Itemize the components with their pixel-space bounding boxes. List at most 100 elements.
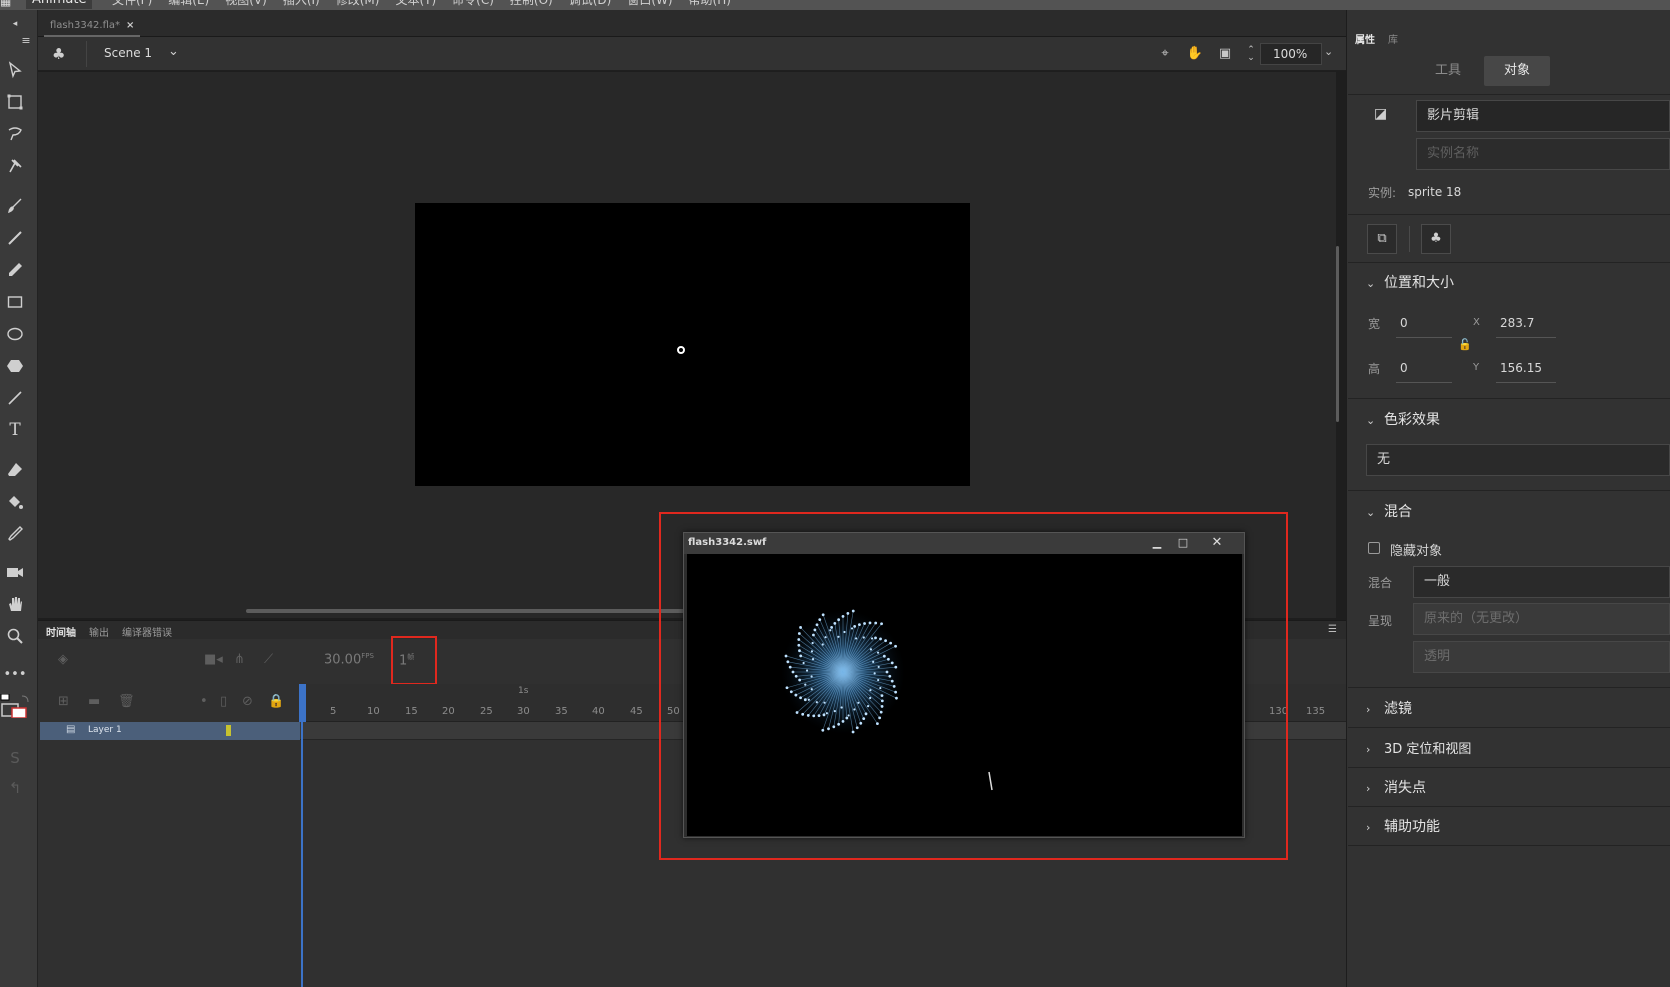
filters-section[interactable]: › 滤镜	[1366, 698, 1412, 718]
layer-row[interactable]: ▤ Layer 1	[40, 722, 300, 740]
layer-color-swatch[interactable]	[226, 725, 231, 736]
selection-tool-icon[interactable]	[3, 58, 27, 82]
menu-window[interactable]: 窗口(W)	[619, 0, 680, 9]
classic-brush-tool-icon[interactable]	[3, 226, 27, 250]
document-tab[interactable]: flash3342.fla* ×	[44, 14, 141, 37]
menu-edit[interactable]: 编辑(E)	[160, 0, 217, 9]
zoom-chevron-icon[interactable]: ⌄	[1324, 45, 1333, 58]
camera-icon[interactable]: ■◂	[204, 652, 223, 667]
text-tool-icon[interactable]: T	[3, 418, 27, 442]
pencil-tool-icon[interactable]	[3, 258, 27, 282]
more-tools-icon[interactable]: •••	[3, 662, 27, 686]
outline-icon[interactable]: ▯	[220, 694, 227, 709]
menu-help[interactable]: 帮助(H)	[681, 0, 739, 9]
edit-symbol-icon[interactable]: ♣	[1421, 224, 1451, 254]
blending-section[interactable]: ⌄ 混合	[1366, 501, 1412, 521]
playhead[interactable]	[301, 684, 303, 987]
vanishing-point-section[interactable]: › 消失点	[1366, 777, 1426, 797]
transparent-dropdown[interactable]: 透明	[1413, 641, 1670, 673]
tab-compiler-errors[interactable]: 编译器错误	[122, 624, 172, 639]
registration-point-icon[interactable]	[677, 346, 685, 354]
polystar-tool-icon[interactable]	[3, 354, 27, 378]
horizontal-scrollbar[interactable]	[246, 609, 686, 613]
timeline-menu-icon[interactable]: ☰	[1328, 624, 1340, 635]
layer-name[interactable]: Layer 1	[88, 725, 122, 735]
instance-type-dropdown[interactable]: 影片剪辑	[1416, 100, 1670, 132]
height-value[interactable]: 0	[1400, 361, 1408, 375]
chevron-down-icon[interactable]: ⌄	[168, 44, 179, 59]
center-stage-icon[interactable]: ⌖	[1156, 46, 1174, 64]
object-mode-button[interactable]: 对象	[1484, 56, 1550, 86]
instance-name-input[interactable]: 实例名称	[1416, 138, 1670, 170]
layer-depth-icon[interactable]: ◈	[58, 652, 68, 667]
menu-insert[interactable]: 插入(I)	[275, 0, 328, 9]
accessibility-title: 辅助功能	[1384, 819, 1440, 835]
color-effect-dropdown[interactable]: 无	[1366, 444, 1670, 476]
eraser-tool-icon[interactable]	[3, 458, 27, 482]
zoom-level[interactable]: 100%	[1260, 43, 1322, 65]
vertical-scrollbar[interactable]	[1336, 246, 1339, 422]
oval-tool-icon[interactable]	[3, 322, 27, 346]
rectangle-tool-icon[interactable]	[3, 290, 27, 314]
render-dropdown[interactable]: 原来的（无更改）	[1413, 603, 1670, 635]
tools-mode-button[interactable]: 工具	[1418, 56, 1478, 86]
smooth-icon[interactable]: ↰	[3, 776, 27, 800]
hide-object-checkbox[interactable]	[1368, 542, 1380, 554]
hand-tool-icon[interactable]	[3, 592, 27, 616]
clip-content-icon[interactable]: ▣	[1216, 46, 1234, 64]
highlight-layer-icon[interactable]: •	[200, 694, 208, 709]
blend-dropdown[interactable]: 一般	[1413, 566, 1670, 598]
visibility-icon[interactable]: ⊘	[242, 694, 253, 709]
close-tab-icon[interactable]: ×	[126, 20, 134, 31]
menu-text[interactable]: 文本(T)	[387, 0, 444, 9]
scene-icon[interactable]: ♣	[52, 45, 72, 63]
lasso-tool-icon[interactable]	[3, 122, 27, 146]
accessibility-section[interactable]: › 辅助功能	[1366, 816, 1440, 836]
new-layer-icon[interactable]: ⊞	[58, 694, 69, 709]
zoom-stepper-icon[interactable]: ⌃ ⌄	[1242, 46, 1260, 64]
tab-output[interactable]: 输出	[89, 624, 109, 639]
eyedropper-tool-icon[interactable]	[3, 522, 27, 546]
line-tool-icon[interactable]	[3, 386, 27, 410]
parenting-icon[interactable]: ⋔	[234, 652, 245, 667]
menu-commands[interactable]: 命令(C)	[444, 0, 502, 9]
swap-symbol-icon[interactable]: ⧉	[1367, 224, 1397, 254]
menu-debug[interactable]: 调试(D)	[561, 0, 620, 9]
paint-brush-tool-icon[interactable]	[3, 194, 27, 218]
panel-menu-icon[interactable]: ≡	[14, 28, 38, 52]
y-value[interactable]: 156.15	[1500, 361, 1542, 375]
free-transform-tool-icon[interactable]	[3, 90, 27, 114]
tab-library[interactable]: 库	[1388, 31, 1398, 46]
app-name[interactable]: Animate	[26, 0, 93, 9]
tab-properties[interactable]: 属性	[1355, 31, 1375, 46]
menu-view[interactable]: 视图(V)	[217, 0, 275, 9]
width-value[interactable]: 0	[1400, 316, 1408, 330]
graph-icon[interactable]: ⟋	[264, 652, 273, 667]
x-value[interactable]: 283.7	[1500, 316, 1534, 330]
zoom-tool-icon[interactable]	[3, 624, 27, 648]
paint-bucket-tool-icon[interactable]	[3, 490, 27, 514]
menu-modify[interactable]: 修改(M)	[328, 0, 388, 9]
lock-proportions-icon[interactable]: 🔓	[1458, 338, 1472, 351]
color-effect-section[interactable]: ⌄ 色彩效果	[1366, 409, 1440, 429]
scene-name[interactable]: Scene 1	[104, 46, 152, 60]
y-label: Y	[1473, 362, 1480, 373]
new-folder-icon[interactable]: ▬	[88, 694, 100, 709]
menu-control[interactable]: 控制(O)	[502, 0, 561, 9]
position-size-section[interactable]: ⌄ 位置和大小	[1366, 272, 1454, 292]
fps-display[interactable]: 30.00FPS	[324, 652, 374, 667]
snap-icon[interactable]: S	[3, 746, 27, 770]
document-tab-title: flash3342.fla*	[50, 20, 121, 31]
playhead-handle[interactable]	[299, 684, 306, 722]
3d-position-section[interactable]: › 3D 定位和视图	[1366, 738, 1471, 757]
camera-tool-icon[interactable]	[3, 560, 27, 584]
stroke-fill-color-icon[interactable]	[0, 694, 36, 718]
chevron-right-icon: ›	[1366, 821, 1371, 834]
asset-warp-tool-icon[interactable]	[3, 154, 27, 178]
stage[interactable]	[415, 203, 970, 486]
lock-icon[interactable]: 🔒	[268, 694, 284, 709]
delete-layer-icon[interactable]: 🗑	[118, 694, 135, 709]
tab-timeline[interactable]: 时间轴	[46, 624, 76, 639]
rotate-stage-icon[interactable]: ✋	[1186, 46, 1204, 64]
menu-file[interactable]: 文件(F)	[104, 0, 160, 9]
